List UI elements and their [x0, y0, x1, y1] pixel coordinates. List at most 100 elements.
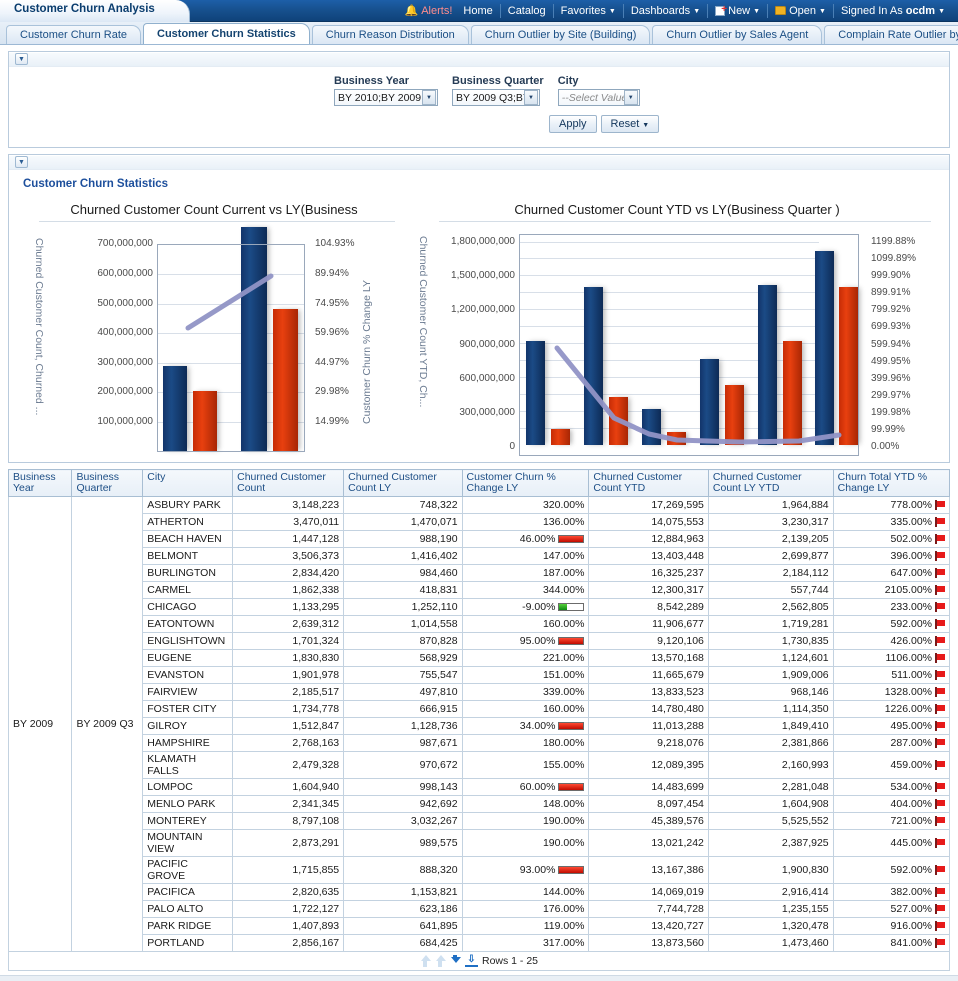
nav-new[interactable]: New▼: [708, 4, 768, 18]
cell-city[interactable]: LOMPOC: [143, 779, 233, 796]
cell-city[interactable]: MONTEREY: [143, 813, 233, 830]
cell-city[interactable]: PORTLAND: [143, 935, 233, 952]
cell-city[interactable]: EUGENE: [143, 650, 233, 667]
chevron-down-icon[interactable]: ▼: [624, 90, 638, 105]
city-label: City: [558, 75, 640, 87]
cell-churned-count-ly-ytd: 1,964,884: [708, 497, 833, 514]
cell-city[interactable]: MENLO PARK: [143, 796, 233, 813]
table-row[interactable]: ATHERTON3,470,0111,470,071136.00%14,075,…: [9, 514, 950, 531]
table-row[interactable]: HAMPSHIRE2,768,163987,671180.00%9,218,07…: [9, 735, 950, 752]
dashboard-title-tab[interactable]: Customer Churn Analysis: [0, 0, 190, 22]
flag-icon: [935, 619, 945, 629]
city-select[interactable]: --Select Value-- ▼: [558, 89, 640, 106]
cell-city[interactable]: PACIFIC GROVE: [143, 857, 233, 884]
table-row[interactable]: FAIRVIEW2,185,517497,810339.00%13,833,52…: [9, 684, 950, 701]
table-row[interactable]: LOMPOC1,604,940998,14360.00%14,483,6992,…: [9, 779, 950, 796]
col-churned-count-ly[interactable]: Churned Customer Count LY: [344, 470, 462, 497]
prompt-panel: ▼ Business Year BY 2010;BY 2009 ▼ Busine…: [8, 51, 950, 148]
tab-churn-outlier-by-sales-agent[interactable]: Churn Outlier by Sales Agent: [652, 25, 822, 44]
table-row[interactable]: PARK RIDGE1,407,893641,895119.00%13,420,…: [9, 918, 950, 935]
tab-churn-reason-distribution[interactable]: Churn Reason Distribution: [312, 25, 469, 44]
table-row[interactable]: FOSTER CITY1,734,778666,915160.00%14,780…: [9, 701, 950, 718]
tab-complain-rate-outlier[interactable]: Complain Rate Outlier by Business Unit: [824, 25, 958, 44]
col-churned-count-ytd[interactable]: Churned Customer Count YTD: [589, 470, 708, 497]
last-page-icon[interactable]: ⇩: [465, 955, 478, 967]
table-row[interactable]: BY 2009BY 2009 Q3ASBURY PARK3,148,223748…: [9, 497, 950, 514]
collapse-prompt-button[interactable]: ▼: [15, 53, 28, 65]
cell-city[interactable]: EVANSTON: [143, 667, 233, 684]
nav-catalog[interactable]: Catalog: [501, 4, 554, 18]
table-row[interactable]: PORTLAND2,856,167684,425317.00%13,873,56…: [9, 935, 950, 952]
cell-churned-count: 1,447,128: [233, 531, 344, 548]
cell-city[interactable]: ASBURY PARK: [143, 497, 233, 514]
cell-city[interactable]: PACIFICA: [143, 884, 233, 901]
business-quarter-select[interactable]: BY 2009 Q3;BY ▼: [452, 89, 540, 106]
table-row[interactable]: PALO ALTO1,722,127623,186176.00%7,744,72…: [9, 901, 950, 918]
chevron-down-icon[interactable]: ▼: [524, 90, 538, 105]
tab-churn-outlier-by-site[interactable]: Churn Outlier by Site (Building): [471, 25, 651, 44]
col-business-year[interactable]: Business Year: [9, 470, 72, 497]
table-row[interactable]: BURLINGTON2,834,420984,460187.00%16,325,…: [9, 565, 950, 582]
cell-churned-count-ly-ytd: 1,900,830: [708, 857, 833, 884]
reset-button[interactable]: Reset▼: [601, 115, 660, 133]
tab-customer-churn-statistics[interactable]: Customer Churn Statistics: [143, 23, 310, 44]
signed-in-as[interactable]: Signed In As ocdm ▼: [834, 4, 952, 18]
next-page-icon[interactable]: [450, 955, 461, 967]
cell-city[interactable]: ATHERTON: [143, 514, 233, 531]
cell-city[interactable]: CARMEL: [143, 582, 233, 599]
collapse-report-button[interactable]: ▼: [15, 156, 28, 168]
col-business-quarter[interactable]: Business Quarter: [72, 470, 143, 497]
cell-city[interactable]: KLAMATH FALLS: [143, 752, 233, 779]
nav-dashboards[interactable]: Dashboards▼: [624, 4, 708, 18]
table-row[interactable]: ENGLISHTOWN1,701,324870,82895.00%9,120,1…: [9, 633, 950, 650]
cell-churn-pct-change-ly: 160.00%: [462, 701, 589, 718]
nav-home[interactable]: Home: [456, 4, 500, 18]
nav-favorites[interactable]: Favorites▼: [554, 4, 624, 18]
chevron-down-icon[interactable]: ▼: [422, 90, 436, 105]
tab-customer-churn-rate[interactable]: Customer Churn Rate: [6, 25, 141, 44]
table-row[interactable]: MONTEREY8,797,1083,032,267190.00%45,389,…: [9, 813, 950, 830]
table-row[interactable]: MENLO PARK2,341,345942,692148.00%8,097,4…: [9, 796, 950, 813]
cell-churn-pct-change-ly: 176.00%: [462, 901, 589, 918]
cell-city[interactable]: HAMPSHIRE: [143, 735, 233, 752]
table-row[interactable]: EUGENE1,830,830568,929221.00%13,570,1681…: [9, 650, 950, 667]
table-row[interactable]: CHICAGO1,133,2951,252,110-9.00%8,542,289…: [9, 599, 950, 616]
flag-icon: [935, 838, 945, 848]
cell-city[interactable]: BURLINGTON: [143, 565, 233, 582]
table-row[interactable]: BELMONT3,506,3731,416,402147.00%13,403,4…: [9, 548, 950, 565]
col-churned-count[interactable]: Churned Customer Count: [233, 470, 344, 497]
cell-city[interactable]: PARK RIDGE: [143, 918, 233, 935]
table-row[interactable]: EATONTOWN2,639,3121,014,558160.00%11,906…: [9, 616, 950, 633]
cell-city[interactable]: CHICAGO: [143, 599, 233, 616]
cell-city[interactable]: BEACH HAVEN: [143, 531, 233, 548]
cell-city[interactable]: MOUNTAIN VIEW: [143, 830, 233, 857]
cell-city[interactable]: FAIRVIEW: [143, 684, 233, 701]
col-churn-total-ytd-pct[interactable]: Churn Total YTD % Change LY: [833, 470, 949, 497]
table-row[interactable]: CARMEL1,862,338418,831344.00%12,300,3175…: [9, 582, 950, 599]
chart1-y2tick-44: 44.97%: [315, 357, 349, 368]
business-year-select[interactable]: BY 2010;BY 2009 ▼: [334, 89, 438, 106]
col-churn-pct-change-ly[interactable]: Customer Churn % Change LY: [462, 470, 589, 497]
cell-city[interactable]: BELMONT: [143, 548, 233, 565]
cell-city[interactable]: ENGLISHTOWN: [143, 633, 233, 650]
alerts-link[interactable]: 🔔 Alerts!: [398, 4, 457, 18]
col-churned-count-ly-ytd[interactable]: Churned Customer Count LY YTD: [708, 470, 833, 497]
table-row[interactable]: BEACH HAVEN1,447,128988,19046.00%12,884,…: [9, 531, 950, 548]
table-row[interactable]: PACIFIC GROVE1,715,855888,32093.00%13,16…: [9, 857, 950, 884]
table-row[interactable]: EVANSTON1,901,978755,547151.00%11,665,67…: [9, 667, 950, 684]
previous-page-icon[interactable]: [435, 955, 446, 967]
cell-churned-count-ly: 1,252,110: [344, 599, 462, 616]
col-city[interactable]: City: [143, 470, 233, 497]
chart1-ytick-400m: 400,000,000: [77, 327, 153, 338]
cell-city[interactable]: PALO ALTO: [143, 901, 233, 918]
table-row[interactable]: MOUNTAIN VIEW2,873,291989,575190.00%13,0…: [9, 830, 950, 857]
apply-button[interactable]: Apply: [549, 115, 597, 133]
cell-city[interactable]: FOSTER CITY: [143, 701, 233, 718]
cell-city[interactable]: GILROY: [143, 718, 233, 735]
first-page-icon[interactable]: [420, 955, 431, 967]
table-row[interactable]: KLAMATH FALLS2,479,328970,672155.00%12,0…: [9, 752, 950, 779]
table-row[interactable]: GILROY1,512,8471,128,73634.00%11,013,288…: [9, 718, 950, 735]
cell-city[interactable]: EATONTOWN: [143, 616, 233, 633]
nav-open[interactable]: Open▼: [768, 4, 834, 18]
table-row[interactable]: PACIFICA2,820,6351,153,821144.00%14,069,…: [9, 884, 950, 901]
